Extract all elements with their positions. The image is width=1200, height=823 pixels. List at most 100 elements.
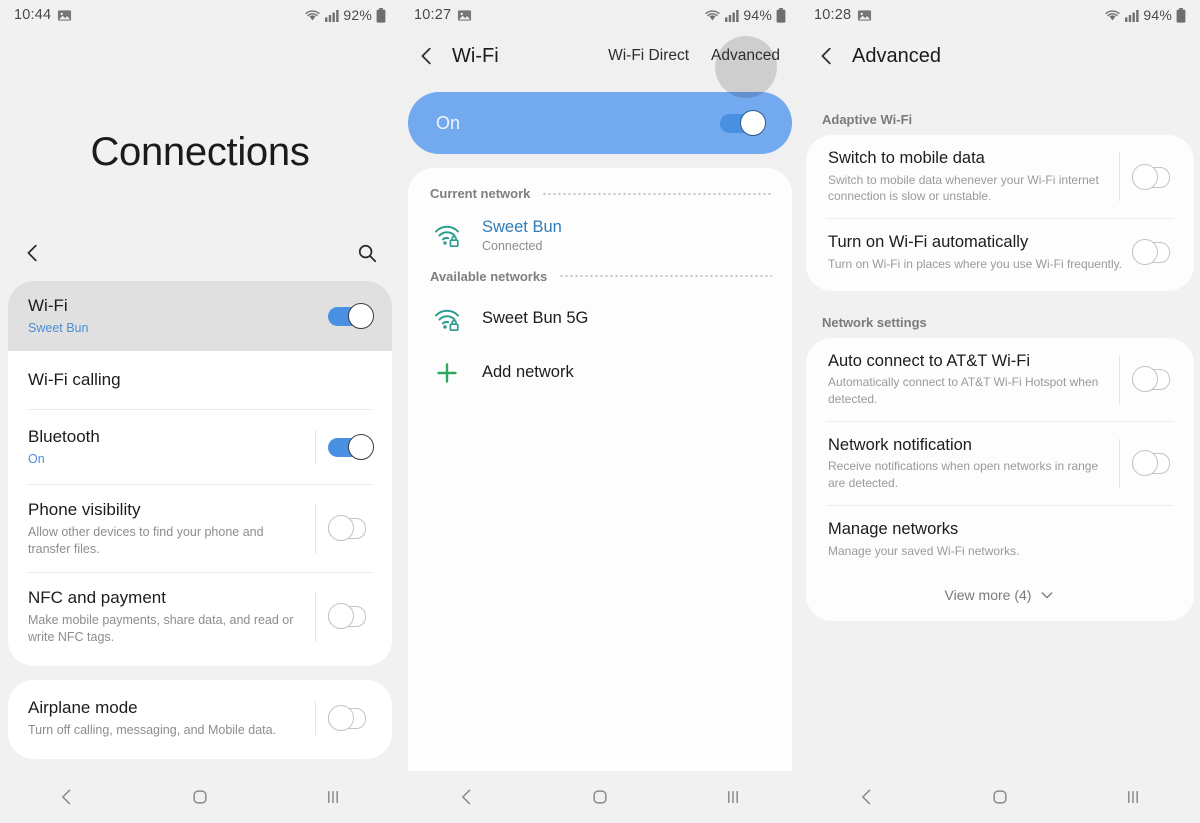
network-name: Sweet Bun 5G (482, 309, 589, 328)
row-vertical-divider (315, 503, 316, 554)
signal-icon (1125, 9, 1139, 22)
recents-nav-icon[interactable] (1123, 787, 1143, 807)
row-title: Phone visibility (28, 500, 141, 520)
page-title: Connections (90, 130, 310, 174)
settings-card-1: Wi-Fi Sweet Bun Wi-Fi calling Bluetooth … (8, 281, 392, 666)
row-subtitle: Make mobile payments, share data, and re… (28, 612, 294, 644)
section-label: Available networks (430, 268, 548, 284)
back-nav-icon[interactable] (457, 787, 477, 807)
system-navbar-mid (400, 771, 800, 823)
nfc-toggle[interactable] (328, 603, 374, 630)
row-airplane-mode[interactable]: Airplane mode Turn off calling, messagin… (8, 680, 392, 759)
row-vertical-divider (315, 700, 316, 735)
image-icon (457, 8, 472, 23)
add-network-row[interactable]: Add network (408, 348, 792, 398)
battery-icon (376, 7, 386, 23)
status-bar-left: 10:44 92% (0, 0, 400, 30)
back-chevron-icon[interactable] (22, 242, 44, 264)
row-bluetooth[interactable]: Bluetooth On (8, 410, 392, 484)
network-status: Connected (482, 238, 543, 253)
wifi-lock-icon (432, 304, 462, 334)
plus-icon (432, 358, 462, 388)
wifi-toggle[interactable] (328, 302, 374, 329)
dotted-divider (542, 192, 772, 195)
row-wifi-calling[interactable]: Wi-Fi calling (8, 351, 392, 409)
row-network-notification[interactable]: Network notification Receive notificatio… (806, 422, 1194, 505)
panel-connections: 10:44 92% Connections Wi-Fi Sweet Bun Wi… (0, 0, 400, 823)
wifi-icon (1104, 9, 1121, 22)
turn-on-wifi-automatically-toggle[interactable] (1132, 239, 1178, 266)
battery-icon (1176, 7, 1186, 23)
recents-nav-icon[interactable] (723, 787, 743, 807)
row-title: Airplane mode (28, 697, 138, 717)
signal-icon (325, 9, 339, 22)
advanced-appbar: Advanced (800, 30, 1200, 82)
auto-connect-att-wifi-toggle[interactable] (1132, 366, 1178, 393)
row-vertical-divider (1119, 354, 1120, 404)
back-chevron-icon[interactable] (416, 45, 438, 67)
status-clock: 10:28 (814, 7, 852, 23)
home-nav-icon[interactable] (990, 787, 1010, 807)
bluetooth-toggle[interactable] (328, 434, 374, 461)
row-subtitle: Allow other devices to find your phone a… (28, 525, 264, 556)
view-more-label: View more (4) (944, 586, 1032, 603)
row-nfc-and-payment[interactable]: NFC and payment Make mobile payments, sh… (8, 573, 392, 666)
status-bar-right: 10:28 94% (800, 0, 1200, 30)
row-subtitle: Automatically connect to AT&T Wi-Fi Hots… (828, 375, 1099, 407)
advanced-button[interactable]: Advanced (707, 41, 784, 71)
settings-card-2: Airplane mode Turn off calling, messagin… (8, 679, 392, 759)
row-title: Turn on Wi-Fi automatically (828, 233, 1029, 252)
chevron-down-icon (1039, 587, 1055, 603)
wifi-networks-card: Current network Sweet Bun Connected Avai… (408, 168, 792, 808)
row-turn-on-wifi-automatically[interactable]: Turn on Wi-Fi automatically Turn on Wi-F… (806, 219, 1194, 290)
back-chevron-icon[interactable] (816, 45, 838, 67)
row-title: Wi-Fi (28, 296, 68, 315)
adaptive-wifi-card: Switch to mobile data Switch to mobile d… (806, 135, 1194, 291)
row-title: Network notification (828, 435, 972, 454)
row-auto-connect-att-wifi[interactable]: Auto connect to AT&T Wi-Fi Automatically… (806, 338, 1194, 421)
row-switch-to-mobile-data[interactable]: Switch to mobile data Switch to mobile d… (806, 135, 1194, 218)
wifi-appbar: Wi-Fi Wi-Fi Direct Advanced (400, 30, 800, 98)
battery-percent: 94% (1143, 7, 1172, 23)
phone-visibility-toggle[interactable] (328, 515, 374, 542)
wifi-on-banner[interactable]: On (408, 92, 792, 154)
recents-nav-icon[interactable] (323, 787, 343, 807)
panel-advanced: 10:28 94% Advanced Adaptive Wi-Fi Switch… (800, 0, 1200, 823)
section-header-current: Current network (408, 174, 792, 207)
battery-percent: 92% (343, 7, 372, 23)
section-label-network-settings: Network settings (822, 314, 927, 330)
system-navbar-left (0, 771, 400, 823)
back-nav-icon[interactable] (57, 787, 77, 807)
row-subtitle: Turn off calling, messaging, and Mobile … (28, 722, 277, 737)
advanced-button-wrap: Advanced (707, 36, 784, 98)
system-navbar-right (800, 771, 1200, 823)
row-wifi[interactable]: Wi-Fi Sweet Bun (8, 281, 392, 351)
home-nav-icon[interactable] (590, 787, 610, 807)
home-nav-icon[interactable] (190, 787, 210, 807)
row-subtitle: On (28, 452, 45, 467)
network-row-current[interactable]: Sweet Bun Connected (408, 207, 792, 263)
switch-to-mobile-data-toggle[interactable] (1132, 163, 1178, 190)
row-vertical-divider (1119, 152, 1120, 202)
view-more-button[interactable]: View more (4) (806, 573, 1194, 621)
row-vertical-divider (315, 430, 316, 465)
row-manage-networks[interactable]: Manage networks Manage your saved Wi-Fi … (806, 506, 1194, 572)
network-notification-toggle[interactable] (1132, 450, 1178, 477)
network-row-available[interactable]: Sweet Bun 5G (408, 290, 792, 348)
battery-icon (776, 7, 786, 23)
back-nav-icon[interactable] (857, 787, 877, 807)
row-subtitle: Manage your saved Wi-Fi networks. (828, 543, 1020, 558)
status-clock: 10:27 (414, 7, 452, 23)
row-title: Auto connect to AT&T Wi-Fi (828, 351, 1031, 370)
airplane-mode-toggle[interactable] (328, 704, 374, 731)
wifi-master-toggle[interactable] (720, 110, 766, 136)
network-name: Sweet Bun (482, 218, 562, 236)
wifi-direct-button[interactable]: Wi-Fi Direct (604, 41, 693, 71)
add-network-label: Add network (482, 363, 574, 382)
wifi-icon (304, 9, 321, 22)
battery-percent: 94% (743, 7, 772, 23)
row-phone-visibility[interactable]: Phone visibility Allow other devices to … (8, 485, 392, 572)
panel-wifi: 10:27 94% Wi-Fi Wi-Fi Direct Advanced On… (400, 0, 800, 823)
status-bar-mid: 10:27 94% (400, 0, 800, 30)
search-icon[interactable] (356, 242, 378, 264)
